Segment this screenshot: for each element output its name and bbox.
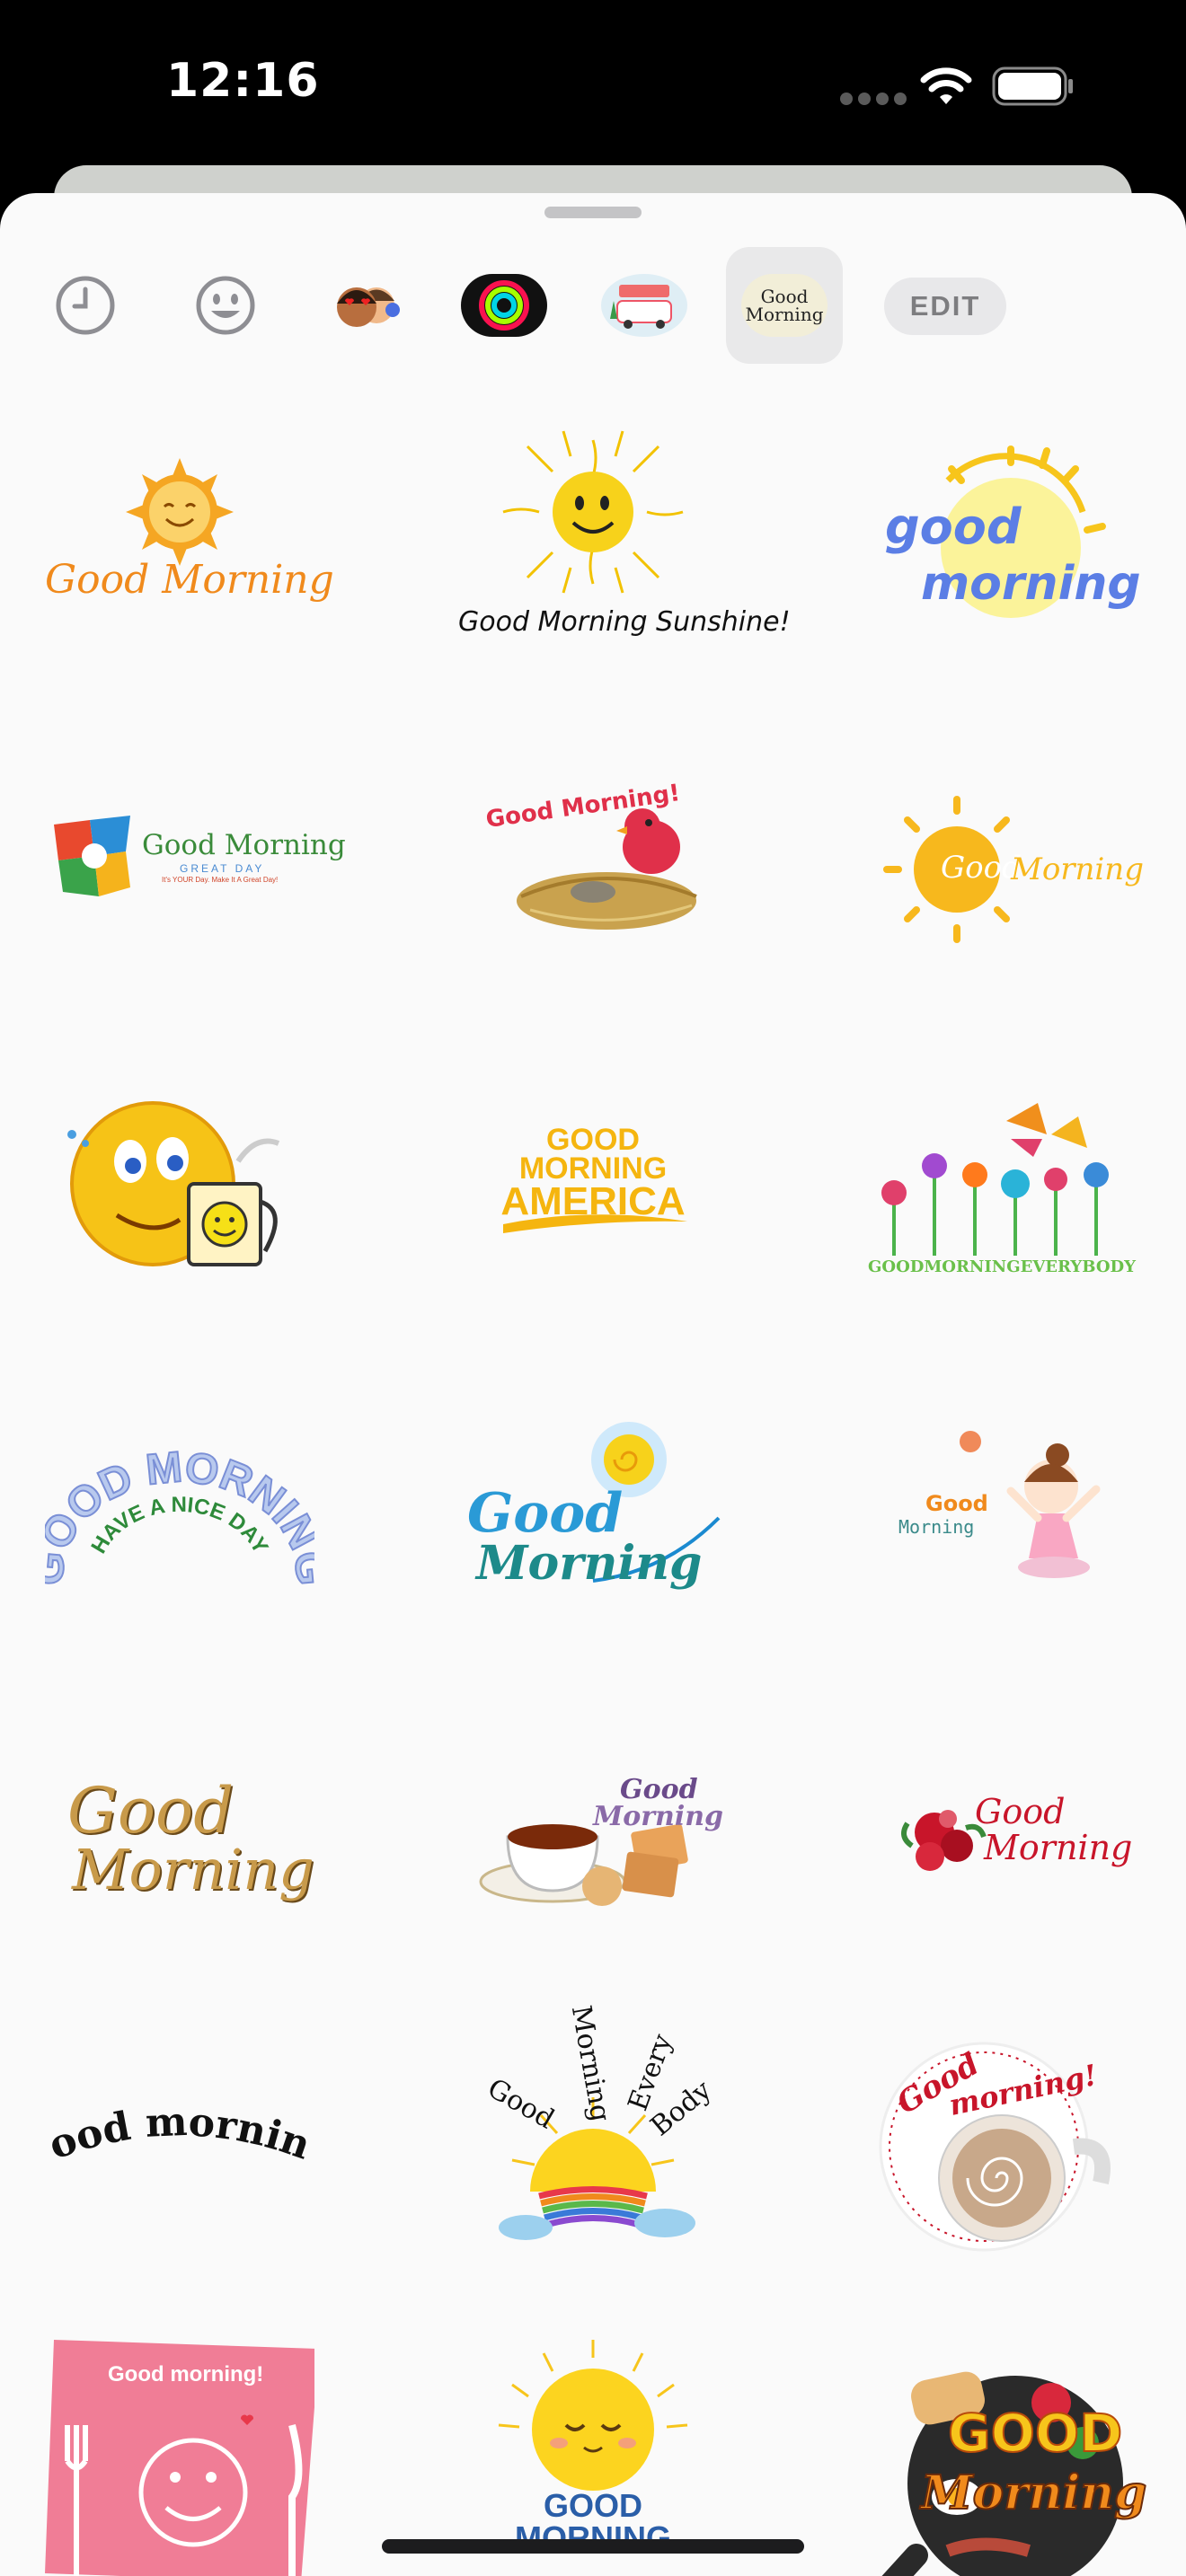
sticker-good-morning-girl[interactable]: Good Morning [867, 1383, 1137, 1653]
coffee-cup-topview-icon [879, 2042, 1111, 2252]
arc-text-icon: good morning [45, 2012, 314, 2169]
emoji-smiley-icon [196, 276, 255, 335]
sticker-good-morning-gold-script[interactable]: Good Morning [45, 1702, 314, 1972]
tea-cup-biscuits-icon [479, 1823, 688, 1906]
sticker-good-morning-roses[interactable]: Good Morning [867, 1702, 1137, 1972]
sticker-good-morning-blue-sun[interactable]: good morning [867, 413, 1141, 683]
sticker-good-morning-breakfast-pan[interactable]: GOOD Morning [867, 2335, 1147, 2576]
sticker-good-morning-black-arc[interactable]: good morning [45, 2012, 314, 2281]
status-bar: 12:16 [0, 0, 1186, 171]
sticker-good-morning-plate[interactable]: Good morning! [45, 2335, 314, 2576]
sticker-good-morning-bird-nest[interactable]: Good Morning! [458, 726, 728, 995]
wifi-icon [920, 67, 972, 104]
sticker-pack-toolbar: Good Morning EDIT [0, 247, 1186, 373]
smiley-coffee-icon [67, 1101, 280, 1266]
sticker-good-morning-sun-orange[interactable]: Good Morning [45, 413, 334, 683]
svg-text:good morning: good morning [45, 2012, 314, 2169]
emoji-tab[interactable] [167, 247, 284, 364]
smiling-sun-icon [502, 430, 684, 594]
recents-tab[interactable] [27, 247, 144, 364]
travel-pack-tab[interactable] [586, 247, 703, 364]
sticker-good-morning-coffee-cup[interactable]: Good morning! [867, 2012, 1137, 2281]
arc-text-good-morning-black: good morning [45, 2012, 314, 2169]
sticker-good-morning-tea-biscuits[interactable]: Good Morning [458, 1702, 728, 1972]
sticker-good-morning-great-day[interactable]: Good Morning GREAT DAY It's YOUR Day. Ma… [45, 726, 346, 995]
recents-clock-icon [56, 276, 115, 335]
activity-pack-tab[interactable] [446, 247, 562, 364]
good-morning-pack-tab[interactable]: Good Morning [726, 247, 843, 364]
cellular-dots-icon [840, 93, 907, 105]
flowers-butterfly-icon [881, 1103, 1109, 1256]
sticker-smiley-coffee-mug[interactable] [45, 1049, 314, 1319]
sticker-good-morning-america[interactable]: GOOD MORNING AMERICA [458, 1049, 728, 1319]
travel-sticker-icon [601, 274, 687, 337]
sticker-good-morning-everybody-flowers[interactable]: GOODMORNINGEVERYBODY [867, 1049, 1137, 1319]
sun-face-icon [126, 458, 234, 566]
sticker-good-morning-nice-day[interactable]: GOOD MORNING HAVE A NICE DAY [45, 1383, 314, 1653]
good-morning-pack-thumbnail: Good Morning [741, 274, 828, 337]
edit-button[interactable]: EDIT [884, 278, 1006, 335]
sticker-good-morning-yellow-sun[interactable]: Good Morning [867, 726, 1144, 995]
battery-icon [992, 66, 1073, 106]
memoji-icon [337, 287, 400, 327]
memoji-pack-tab[interactable] [307, 247, 424, 364]
sticker-good-morning-sunshine[interactable]: Good Morning Sunshine! [458, 413, 791, 683]
sticker-good-morning-every-body-rainbow[interactable]: Good Morning Every Body [458, 2003, 728, 2281]
status-time: 12:16 [166, 54, 320, 108]
home-indicator[interactable] [382, 2539, 804, 2554]
sticker-good-morning-blue-script[interactable]: Good Morning [458, 1383, 728, 1653]
text-arc-icon: GOOD MORNING HAVE A NICE DAY [45, 1442, 314, 1588]
bird-nest-icon [517, 808, 697, 930]
activity-rings-icon [461, 274, 547, 337]
sheet-grabber[interactable] [544, 207, 642, 218]
